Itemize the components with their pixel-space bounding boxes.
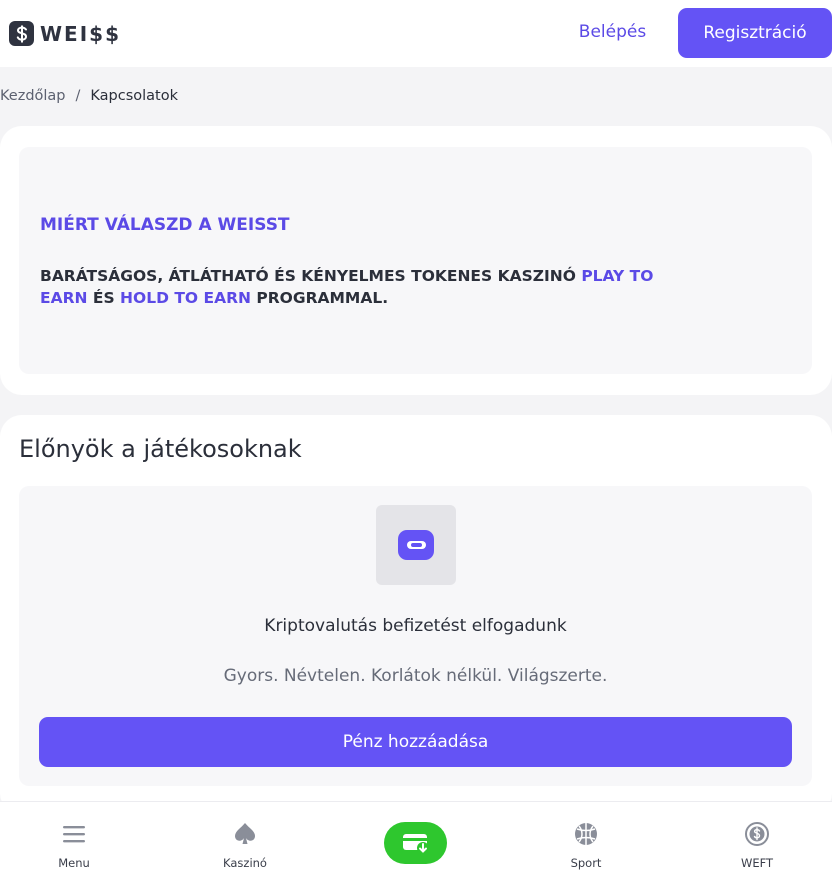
benefit-subtext: Gyors. Névtelen. Korlátok nélkül. Világs… [223, 666, 608, 686]
cashier-icon [402, 834, 429, 854]
weft-coin-icon [745, 822, 769, 846]
spade-icon [235, 823, 255, 844]
dollar-badge-icon [9, 21, 34, 46]
breadcrumb-separator: / [75, 88, 81, 104]
why-choose-title: MIÉRT VÁLASZD A WEISST [40, 215, 290, 235]
nav-item-sport[interactable]: Sport [526, 802, 646, 882]
crypto-deposit-benefit: Kriptovalutás befizetést elfogadunk Gyor… [19, 486, 812, 786]
breadcrumb-home[interactable]: Kezdőlap [0, 88, 66, 104]
why-choose-description: BARÁTSÁGOS, ÁTLÁTHATÓ ÉS KÉNYELMES TOKEN… [40, 265, 700, 309]
nav-label-sport: Sport [570, 856, 602, 870]
desc-text: ÉS [87, 289, 121, 307]
desc-text: BARÁTSÁGOS, ÁTLÁTHATÓ ÉS KÉNYELMES TOKEN… [40, 267, 582, 285]
nav-label-casino: Kaszinó [223, 856, 267, 870]
nav-item-weft[interactable]: WEFT [697, 802, 817, 882]
desc-text: PROGRAMMAL. [250, 289, 389, 307]
breadcrumb: Kezdőlap / Kapcsolatok [0, 88, 178, 104]
register-button[interactable]: Regisztráció [678, 8, 832, 58]
nav-item-casino[interactable]: Kaszinó [185, 802, 305, 882]
nav-label-menu: Menu [58, 856, 90, 870]
login-link[interactable]: Belépés [560, 22, 665, 42]
bottom-navigation: Menu Kaszinó Sport WEFT [0, 801, 832, 882]
add-money-button[interactable]: Pénz hozzáadása [39, 717, 792, 767]
nav-item-menu[interactable]: Menu [14, 802, 134, 882]
weiss-logo[interactable]: WEI$$ [9, 21, 121, 46]
menu-icon [63, 826, 85, 843]
why-choose-panel: MIÉRT VÁLASZD A WEISST BARÁTSÁGOS, ÁTLÁT… [19, 147, 812, 374]
breadcrumb-current: Kapcsolatok [90, 88, 179, 104]
logo-wordmark: WEI$$ [40, 21, 121, 46]
benefits-card: Előnyök a játékosoknak Kriptovalutás bef… [0, 415, 832, 815]
wallet-icon [376, 505, 456, 585]
ball-icon [575, 823, 597, 845]
hold-to-earn-highlight: HOLD TO EARN [120, 289, 251, 307]
top-header: WEI$$ Belépés Regisztráció [0, 0, 832, 67]
benefits-title: Előnyök a játékosoknak [19, 435, 302, 463]
benefit-heading: Kriptovalutás befizetést elfogadunk [264, 616, 567, 636]
cashier-button[interactable] [384, 822, 447, 864]
why-choose-card: MIÉRT VÁLASZD A WEISST BARÁTSÁGOS, ÁTLÁT… [0, 126, 832, 395]
nav-label-weft: WEFT [740, 856, 774, 870]
